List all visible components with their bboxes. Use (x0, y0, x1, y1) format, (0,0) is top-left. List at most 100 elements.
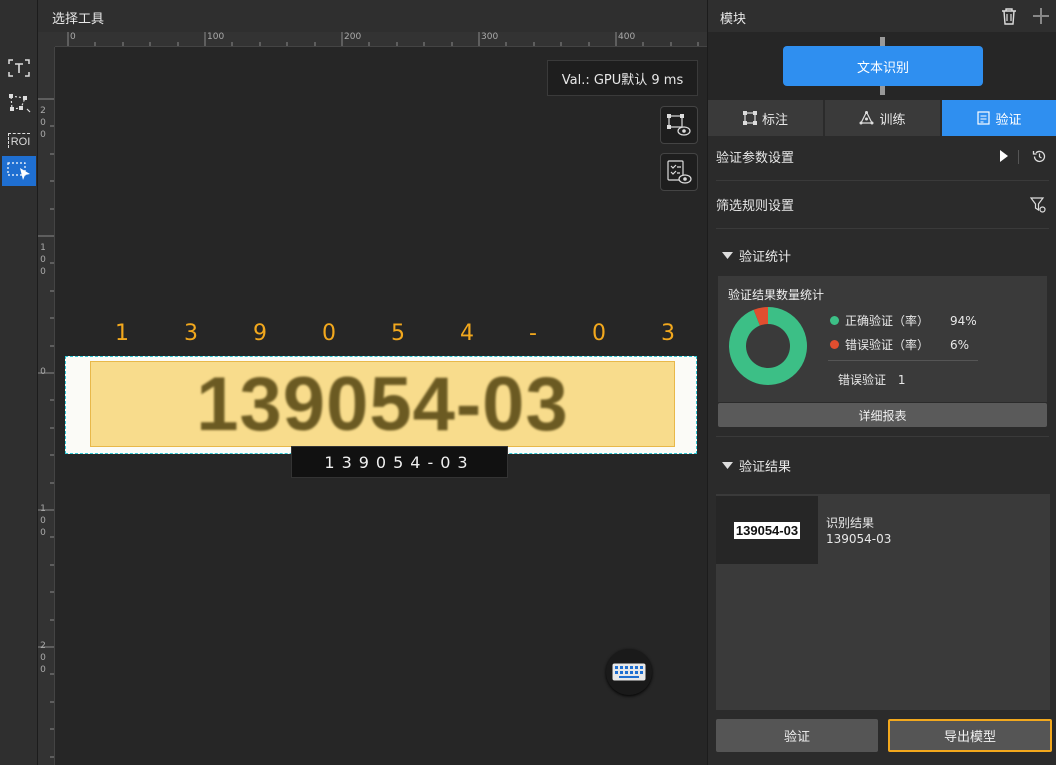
keyboard-icon (612, 663, 646, 681)
result-title: 识别结果 (826, 516, 875, 530)
ruler-digit: 1 (40, 243, 46, 253)
tab-validate[interactable]: 验证 (942, 100, 1056, 136)
module-text-recognition[interactable]: 文本识别 (783, 46, 983, 86)
filter-rules-label: 筛选规则设置 (716, 199, 795, 214)
legend-error: 错误验证（率） 6% (830, 336, 969, 353)
vertical-ruler: 2 0 0 1 0 0 0 1 0 0 2 0 0 (38, 47, 55, 765)
section-divider (716, 436, 1049, 437)
history-icon[interactable] (1032, 149, 1047, 164)
text-tool-icon (8, 59, 30, 77)
roi-region[interactable]: 139054-03 (90, 361, 675, 447)
tab-label: 训练 (879, 112, 906, 128)
stats-card: 验证结果数量统计 正确验证（率） 94% 错误验证（率） 6% 错误验证 1 (718, 276, 1047, 402)
ruler-corner (38, 32, 55, 47)
ruler-mark: 1 0 0 (39, 503, 47, 539)
image-text: 139054-03 (196, 361, 569, 447)
ruler-mark: 2 0 0 (39, 105, 47, 141)
polygon-tool-icon (9, 94, 31, 113)
filter-settings-icon[interactable] (1030, 197, 1046, 213)
ruler-digit: 0 (40, 130, 46, 140)
results-section-title: 验证结果 (739, 460, 792, 475)
ruler-digit: 0 (40, 528, 46, 538)
play-icon[interactable] (999, 150, 1009, 162)
ruler-mark: 0 (39, 366, 47, 378)
panel-tabs: 标注 训练 验证 (708, 100, 1056, 136)
label-text-box: 139054-03 (291, 446, 508, 478)
correct-dot (830, 316, 839, 325)
tab-label: 标注 (761, 112, 788, 128)
thumbnail-text: 139054-03 (733, 521, 801, 539)
roi-tool-icon: ROI (7, 132, 31, 148)
select-tool-button[interactable] (2, 156, 36, 186)
stats-title: 验证结果数量统计 (728, 288, 825, 302)
predicted-char: - (529, 321, 537, 346)
trash-icon[interactable] (1001, 7, 1017, 25)
annotation-eye-icon (667, 114, 691, 136)
roi-label: ROI (10, 135, 31, 148)
canvas-topbar: 选择工具 (38, 0, 707, 32)
show-result-button[interactable] (660, 153, 698, 191)
donut-chart (729, 307, 807, 385)
results-list: 139054-03 识别结果 139054-03 (716, 494, 1050, 710)
ruler-digit: 2 (40, 641, 46, 651)
annotate-icon (742, 111, 757, 125)
export-model-button[interactable]: 导出模型 (888, 719, 1052, 752)
panel-title: 模块 (720, 12, 747, 27)
tab-annotate[interactable]: 标注 (708, 100, 823, 136)
predicted-char: 4 (460, 321, 474, 346)
image-canvas[interactable]: Val.: GPU默认 9 ms 1 3 9 0 5 4 - 0 3 13905… (55, 47, 707, 765)
horizontal-ruler: 0 100 200 300 400 (55, 32, 707, 47)
show-annotation-button[interactable] (660, 106, 698, 144)
result-value: 139054-03 (826, 532, 892, 546)
tab-train[interactable]: 训练 (825, 100, 940, 136)
stats-section-title: 验证统计 (739, 250, 792, 265)
validation-params-row[interactable]: 验证参数设置 (716, 133, 1049, 181)
correct-pct: 94% (950, 313, 977, 328)
ruler-digit: 0 (40, 653, 46, 663)
module-flow: 文本识别 (708, 32, 1056, 100)
results-section-header[interactable]: 验证结果 (722, 456, 791, 475)
ruler-mark: 2 0 0 (39, 640, 47, 676)
train-icon (859, 111, 874, 125)
error-count-value: 1 (897, 373, 906, 387)
filter-rules-row[interactable]: 筛选规则设置 (716, 181, 1049, 229)
validation-params-label: 验证参数设置 (716, 151, 795, 166)
validate-icon (977, 111, 991, 125)
predicted-char: 3 (184, 321, 198, 346)
ruler-digit: 0 (40, 267, 46, 277)
result-eye-icon (667, 160, 692, 184)
legend-correct: 正确验证（率） 94% (830, 312, 977, 329)
horizontal-ruler-ticks (67, 32, 699, 46)
image-frame[interactable]: 139054-03 (65, 356, 697, 454)
tool-title: 选择工具 (52, 12, 105, 27)
polygon-tool-button[interactable] (2, 88, 36, 118)
error-count-row: 错误验证 1 (838, 371, 905, 388)
result-thumbnail[interactable]: 139054-03 (716, 496, 818, 564)
ruler-mark: 100 (207, 32, 225, 42)
module-panel: 模块 文本识别 标注 训练 验证 验证参数设置 筛选规则设置 验证统计 验证结果… (707, 0, 1056, 765)
stats-section-header[interactable]: 验证统计 (722, 246, 791, 265)
validate-button[interactable]: 验证 (716, 719, 878, 752)
predicted-char: 3 (660, 321, 675, 346)
ruler-mark: 1 0 0 (39, 242, 47, 278)
ruler-digit: 0 (40, 665, 46, 675)
panel-header: 模块 (708, 0, 1056, 32)
detail-report-button[interactable]: 详细报表 (718, 403, 1047, 427)
add-icon[interactable] (1032, 7, 1050, 25)
predicted-char: 5 (391, 321, 405, 346)
app-root: ROI 选择工具 0 100 200 300 400 2 0 0 1 0 0 0… (0, 0, 1056, 765)
predicted-characters: 1 3 9 0 5 4 - 0 3 (115, 321, 675, 346)
ruler-mark: 200 (344, 32, 362, 42)
error-count-label: 错误验证 (838, 373, 887, 387)
left-toolbar: ROI (0, 0, 38, 765)
predicted-char: 1 (115, 321, 129, 346)
ruler-mark: 0 (70, 32, 76, 42)
roi-tool-button[interactable]: ROI (2, 125, 36, 155)
ruler-digit: 0 (40, 255, 46, 265)
legend-separator (828, 360, 978, 361)
predicted-char: 9 (253, 321, 267, 346)
keyboard-button[interactable] (606, 649, 652, 695)
select-tool-icon (7, 162, 30, 180)
text-tool-button[interactable] (2, 53, 36, 83)
error-dot (830, 340, 839, 349)
